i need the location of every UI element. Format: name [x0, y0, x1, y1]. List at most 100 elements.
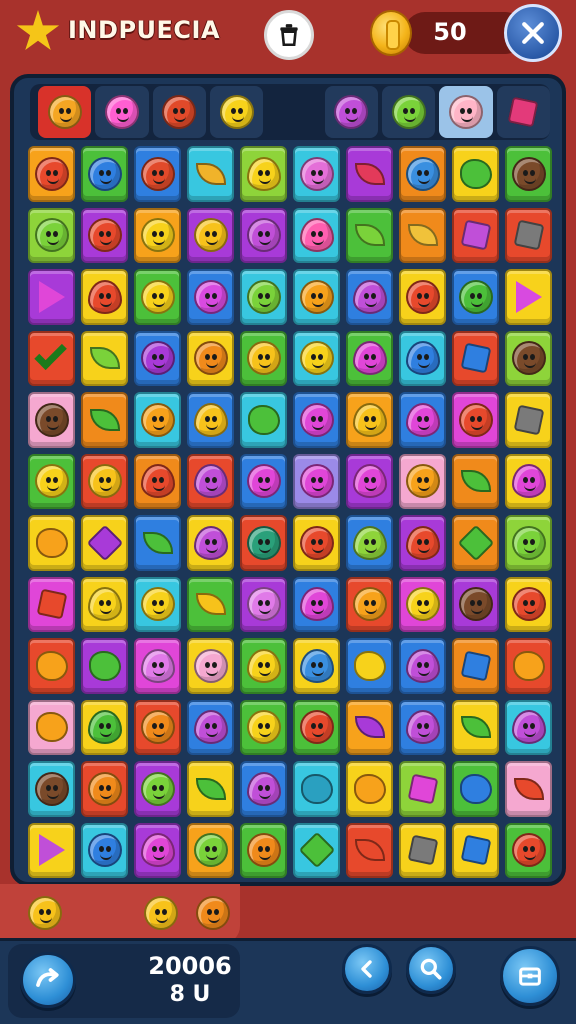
board-tile[interactable]: [293, 576, 340, 632]
board-tile[interactable]: [28, 207, 75, 263]
board-tile[interactable]: [187, 453, 234, 509]
board-tile[interactable]: [134, 515, 181, 571]
board-tile[interactable]: [28, 761, 75, 817]
board-tile[interactable]: [81, 638, 128, 694]
board-tile[interactable]: [28, 392, 75, 448]
board-tile[interactable]: [134, 699, 181, 755]
board-tile[interactable]: [293, 638, 340, 694]
board-tile[interactable]: [81, 761, 128, 817]
board-tile[interactable]: [346, 392, 393, 448]
board-tile[interactable]: [505, 146, 552, 202]
board-tile[interactable]: [240, 392, 287, 448]
board-tile[interactable]: [399, 392, 446, 448]
trash-button[interactable]: [264, 10, 314, 60]
board-tile[interactable]: [399, 638, 446, 694]
board-tile[interactable]: [452, 638, 499, 694]
board-tile[interactable]: [452, 453, 499, 509]
board-tile[interactable]: [81, 822, 128, 878]
board-tile[interactable]: [28, 576, 75, 632]
board-tile[interactable]: [452, 761, 499, 817]
board-tile[interactable]: [346, 822, 393, 878]
board-tile[interactable]: [452, 515, 499, 571]
board-tile[interactable]: [452, 699, 499, 755]
board-tile[interactable]: [187, 146, 234, 202]
board-tile[interactable]: [293, 269, 340, 325]
shuffle-button[interactable]: [20, 952, 76, 1008]
board-tile[interactable]: [81, 146, 128, 202]
board-tile[interactable]: [28, 638, 75, 694]
board-tile[interactable]: [134, 638, 181, 694]
board-tile[interactable]: [505, 699, 552, 755]
board-tile[interactable]: [81, 392, 128, 448]
board-tile[interactable]: [505, 638, 552, 694]
board-tile[interactable]: [399, 330, 446, 386]
board-tile[interactable]: [187, 515, 234, 571]
board-tile[interactable]: [28, 453, 75, 509]
board-tile[interactable]: [240, 515, 287, 571]
board-tile[interactable]: [134, 761, 181, 817]
board-tile[interactable]: [399, 699, 446, 755]
board-tile[interactable]: [240, 822, 287, 878]
board-tile[interactable]: [346, 207, 393, 263]
board-tile[interactable]: [505, 822, 552, 878]
board-tile[interactable]: [346, 699, 393, 755]
board-tile[interactable]: [293, 207, 340, 263]
board-tile[interactable]: [81, 269, 128, 325]
board-tile[interactable]: [28, 515, 75, 571]
board-tile[interactable]: [293, 822, 340, 878]
board-tile[interactable]: [240, 330, 287, 386]
board-tile[interactable]: [134, 453, 181, 509]
board-tile[interactable]: [399, 515, 446, 571]
board-tile[interactable]: [134, 207, 181, 263]
board-tile[interactable]: [240, 761, 287, 817]
board-tile[interactable]: [452, 330, 499, 386]
back-button[interactable]: [342, 944, 392, 994]
board-tile[interactable]: [399, 269, 446, 325]
board-tile[interactable]: [346, 761, 393, 817]
board-tile[interactable]: [293, 392, 340, 448]
board-tile[interactable]: [346, 146, 393, 202]
board-tile[interactable]: [399, 761, 446, 817]
board-tile[interactable]: [187, 207, 234, 263]
board-tile[interactable]: [28, 146, 75, 202]
board-tile[interactable]: [81, 330, 128, 386]
board-tile[interactable]: [28, 822, 75, 878]
board-tile[interactable]: [399, 822, 446, 878]
board-tile[interactable]: [134, 146, 181, 202]
board-tile[interactable]: [240, 207, 287, 263]
board-tile[interactable]: [505, 207, 552, 263]
board-tile[interactable]: [81, 207, 128, 263]
board-tile[interactable]: [187, 392, 234, 448]
board-tile[interactable]: [293, 146, 340, 202]
board-tile[interactable]: [134, 269, 181, 325]
board-tile[interactable]: [187, 269, 234, 325]
board-tile[interactable]: [240, 146, 287, 202]
board-tile[interactable]: [187, 699, 234, 755]
board-tile[interactable]: [240, 269, 287, 325]
board-tile[interactable]: [187, 761, 234, 817]
board-tile[interactable]: [505, 330, 552, 386]
board-tile[interactable]: [293, 699, 340, 755]
board-tile[interactable]: [28, 699, 75, 755]
board-tile[interactable]: [240, 699, 287, 755]
board-tile[interactable]: [240, 576, 287, 632]
menu-button[interactable]: [500, 946, 560, 1006]
board-tile[interactable]: [293, 330, 340, 386]
close-button[interactable]: [504, 4, 562, 62]
board-tile[interactable]: [81, 453, 128, 509]
board-tile[interactable]: [293, 515, 340, 571]
board-tile[interactable]: [399, 576, 446, 632]
board-tile[interactable]: [81, 515, 128, 571]
board-tile[interactable]: [505, 269, 552, 325]
board-tile[interactable]: [452, 576, 499, 632]
board-tile[interactable]: [187, 576, 234, 632]
board-tile[interactable]: [505, 515, 552, 571]
board-tile[interactable]: [134, 822, 181, 878]
board-tile[interactable]: [452, 269, 499, 325]
board-tile[interactable]: [293, 761, 340, 817]
board-tile[interactable]: [399, 146, 446, 202]
board-tile[interactable]: [28, 330, 75, 386]
board-tile[interactable]: [505, 453, 552, 509]
board-tile[interactable]: [452, 207, 499, 263]
board-tile[interactable]: [187, 822, 234, 878]
